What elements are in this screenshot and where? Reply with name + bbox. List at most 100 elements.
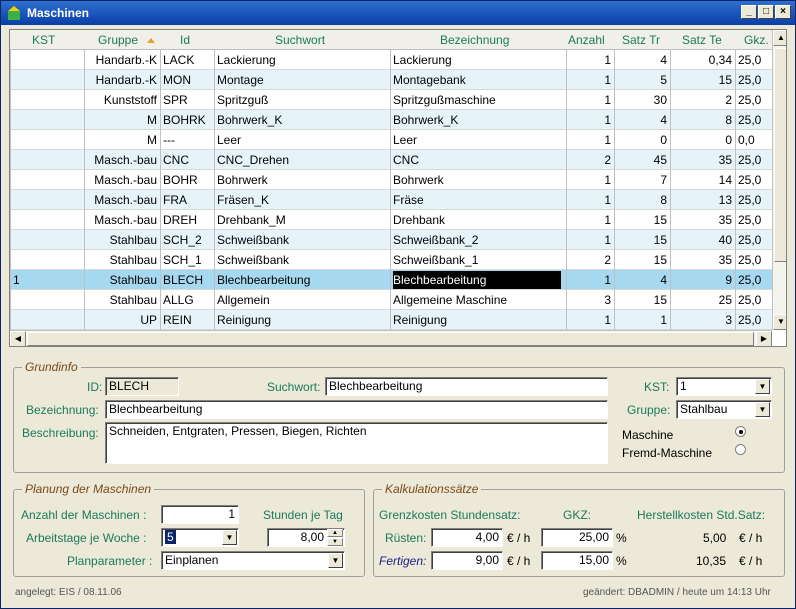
table-cell[interactable]: 3 (673, 313, 732, 327)
table-cell[interactable]: Reinigung (393, 313, 563, 327)
table-cell[interactable]: Leer (393, 133, 563, 147)
table-cell[interactable]: Masch.-bau (87, 213, 157, 227)
table-cell[interactable]: 25,0 (738, 173, 769, 187)
table-cell[interactable]: 35 (673, 153, 732, 167)
table-row[interactable]: Handarb.-K LACK Lackierung Lackierung 1 4 0,34… (10, 50, 772, 70)
table-row[interactable]: Masch.-bau DREH Drehbank_M Drehbank 1 15 35 25,… (10, 210, 772, 230)
gruppe-select[interactable]: Stahlbau ▼ (676, 400, 772, 419)
table-cell[interactable]: 4 (617, 113, 667, 127)
kst-select[interactable]: 1 ▼ (676, 377, 772, 396)
spin-down-icon[interactable]: ▼ (327, 538, 343, 546)
close-button[interactable]: × (775, 5, 791, 19)
table-cell[interactable]: 25,0 (738, 213, 769, 227)
table-row[interactable]: M BOHRK Bohrwerk_K Bohrwerk_K 1 4 8 25,0 (10, 110, 772, 130)
table-cell[interactable]: 1 (569, 313, 611, 327)
table-cell[interactable]: 1 (569, 273, 611, 287)
table-cell[interactable]: 15 (617, 293, 667, 307)
table-row[interactable]: Stahlbau SCH_2 Schweißbank Schweißbank_2 1 15… (10, 230, 772, 250)
table-cell[interactable]: 5 (617, 73, 667, 87)
maximize-button[interactable]: □ (758, 5, 774, 19)
table-cell[interactable]: 40 (673, 233, 732, 247)
table-cell[interactable]: Stahlbau (87, 253, 157, 267)
table-cell[interactable]: M (87, 113, 157, 127)
table-cell[interactable]: 1 (569, 193, 611, 207)
table-cell[interactable]: BLECH (163, 273, 211, 287)
table-cell[interactable]: 25,0 (738, 233, 769, 247)
col-header-satz-te[interactable]: Satz Te (682, 33, 722, 47)
table-cell[interactable]: 2 (569, 153, 611, 167)
chevron-down-icon[interactable]: ▼ (755, 402, 770, 417)
table-cell[interactable]: 9 (673, 273, 732, 287)
table-cell[interactable]: Fräse (393, 193, 563, 207)
table-row[interactable]: UP REIN Reinigung Reinigung 1 1 3 25,0 (10, 310, 772, 330)
table-cell[interactable]: Leer (217, 133, 387, 147)
col-header-anzahl[interactable]: Anzahl (568, 33, 605, 47)
table-cell[interactable]: 1 (569, 213, 611, 227)
scroll-right-icon[interactable]: ▶ (756, 331, 772, 346)
table-cell[interactable]: Schweißbank_2 (393, 233, 563, 247)
table-cell[interactable]: Masch.-bau (87, 153, 157, 167)
table-cell[interactable]: Stahlbau (87, 273, 157, 287)
table-cell[interactable]: Spritzgußmaschine (393, 93, 563, 107)
table-cell[interactable]: 1 (569, 133, 611, 147)
table-cell[interactable]: LACK (163, 53, 211, 67)
col-header-gkz[interactable]: Gkz. (744, 33, 769, 47)
table-cell[interactable]: Bohrwerk (393, 173, 563, 187)
table-cell[interactable]: 1 (569, 93, 611, 107)
table-cell[interactable]: Schweißbank_1 (393, 253, 563, 267)
table-row[interactable]: Stahlbau ALLG Allgemein Allgemeine Maschine… (10, 290, 772, 310)
table-cell[interactable]: Reinigung (217, 313, 387, 327)
table-cell[interactable]: 1 (569, 73, 611, 87)
col-header-suchwort[interactable]: Suchwort (275, 33, 325, 47)
table-row[interactable]: Masch.-bau FRA Fräsen_K Fräse 1 8 13 25,0 (10, 190, 772, 210)
table-cell[interactable]: 25,0 (738, 273, 769, 287)
table-cell[interactable]: Bohrwerk_K (217, 113, 387, 127)
table-cell[interactable]: Blechbearbeitung (393, 271, 561, 289)
table-cell[interactable]: 8 (673, 113, 732, 127)
col-header-gruppe[interactable]: Gruppe (98, 33, 138, 47)
table-cell[interactable]: BOHR (163, 173, 211, 187)
table-cell[interactable]: DREH (163, 213, 211, 227)
table-cell[interactable]: ALLG (163, 293, 211, 307)
table-cell[interactable]: Bohrwerk_K (393, 113, 563, 127)
table-cell[interactable]: 25,0 (738, 113, 769, 127)
table-cell[interactable]: 35 (673, 213, 732, 227)
radio-fremd-maschine[interactable] (735, 444, 746, 455)
table-cell[interactable]: 45 (617, 153, 667, 167)
table-cell[interactable]: 15 (617, 233, 667, 247)
table-cell[interactable]: 8 (617, 193, 667, 207)
table-cell[interactable]: 0 (673, 133, 732, 147)
stunden-spinner[interactable]: ▲ ▼ (327, 529, 343, 546)
table-cell[interactable]: 1 (569, 173, 611, 187)
spin-up-icon[interactable]: ▲ (327, 529, 343, 537)
table-cell[interactable]: Drehbank_M (217, 213, 387, 227)
table-cell[interactable]: Schweißbank (217, 253, 387, 267)
table-cell[interactable]: Kunststoff (87, 93, 157, 107)
table-cell[interactable]: MON (163, 73, 211, 87)
table-row[interactable]: Stahlbau SCH_1 Schweißbank Schweißbank_1 2 15… (10, 250, 772, 270)
machines-table[interactable]: KST Gruppe Id Suchwort Bezeichnung Anzah… (9, 29, 787, 347)
table-row[interactable]: Masch.-bau CNC CNC_Drehen CNC 2 45 35 25,0 (10, 150, 772, 170)
planparameter-select[interactable]: Einplanen ▼ (161, 551, 345, 570)
table-cell[interactable]: 0 (617, 133, 667, 147)
scroll-thumb[interactable] (774, 48, 786, 262)
horizontal-scrollbar[interactable]: ◀ ▶ (10, 330, 772, 346)
table-cell[interactable]: 25,0 (738, 253, 769, 267)
table-cell[interactable]: UP (87, 313, 157, 327)
table-cell[interactable]: 25,0 (738, 313, 769, 327)
arbeitstage-select[interactable]: 5 ▼ (161, 528, 239, 547)
scroll-down-icon[interactable]: ▼ (773, 314, 786, 330)
col-header-bezeichnung[interactable]: Bezeichnung (440, 33, 509, 47)
table-cell[interactable]: 30 (617, 93, 667, 107)
table-cell[interactable]: Bohrwerk (217, 173, 387, 187)
table-cell[interactable]: Stahlbau (87, 293, 157, 307)
table-cell[interactable]: M (87, 133, 157, 147)
table-cell[interactable]: 7 (617, 173, 667, 187)
table-cell[interactable]: 15 (673, 73, 732, 87)
anzahl-field[interactable]: 1 (161, 505, 239, 524)
table-cell[interactable]: 25,0 (738, 53, 769, 67)
vertical-scrollbar[interactable]: ▲ ▼ (772, 30, 786, 330)
table-cell[interactable]: Montage (217, 73, 387, 87)
bezeichnung-field[interactable]: Blechbearbeitung (105, 400, 608, 419)
table-cell[interactable]: 0,34 (673, 53, 732, 67)
